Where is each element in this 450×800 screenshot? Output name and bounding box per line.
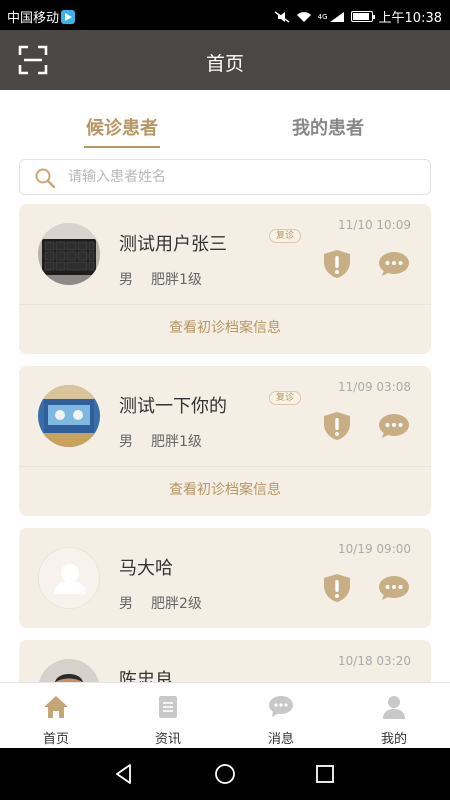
tab-active-indicator xyxy=(84,146,160,148)
home-button-icon[interactable] xyxy=(213,762,237,786)
revisit-badge: 复诊 xyxy=(269,391,302,405)
nav-home-label: 首页 xyxy=(42,732,69,747)
wifi-icon xyxy=(296,11,311,22)
patient-meta: 男 肥胖2级 xyxy=(119,593,202,613)
patient-gender: 男 xyxy=(119,596,133,612)
page-title: 首页 xyxy=(205,53,244,75)
clock: 上午10:38 xyxy=(378,11,442,26)
patient-name: 测试用户张三 xyxy=(119,234,227,255)
avatar xyxy=(38,547,100,609)
signal-icon xyxy=(329,11,344,22)
patient-tabs: 候诊患者 我的患者 xyxy=(0,114,450,154)
patient-card[interactable]: 马大哈 男 肥胖2级 10/19 09:00 xyxy=(19,528,431,628)
search-input[interactable] xyxy=(68,164,418,190)
mute-icon xyxy=(274,10,290,23)
nav-profile[interactable]: 我的 xyxy=(338,683,450,749)
tab-my-patients[interactable]: 我的患者 xyxy=(258,114,398,140)
avatar xyxy=(38,659,100,682)
revisit-badge: 复诊 xyxy=(269,229,302,243)
battery-icon xyxy=(350,11,375,22)
patient-name: 测试一下你的 xyxy=(119,396,227,417)
patient-card[interactable]: 陈忠良 10/18 03:20 xyxy=(19,640,431,682)
chat-icon[interactable] xyxy=(378,413,410,439)
news-icon xyxy=(159,696,177,718)
patient-condition: 肥胖1级 xyxy=(151,434,202,450)
status-bar: 中国移动 4G 上午10:38 xyxy=(0,0,450,30)
status-icons: 4G 上午10:38 xyxy=(274,7,442,26)
patient-condition: 肥胖2级 xyxy=(151,596,202,612)
view-first-visit-link[interactable]: 查看初诊档案信息 xyxy=(19,479,431,499)
profile-icon xyxy=(383,696,405,719)
card-divider xyxy=(19,466,431,467)
message-icon xyxy=(269,696,293,717)
patient-meta: 男 肥胖1级 xyxy=(119,269,202,289)
carrier-name: 中国移动 xyxy=(7,11,60,26)
home-icon xyxy=(44,696,68,718)
system-nav-bar xyxy=(0,748,450,800)
nav-messages[interactable]: 消息 xyxy=(225,683,337,749)
chat-icon[interactable] xyxy=(378,251,410,277)
alert-shield-icon[interactable] xyxy=(323,249,351,279)
view-first-visit-link[interactable]: 查看初诊档案信息 xyxy=(19,317,431,337)
default-avatar-icon xyxy=(54,564,86,594)
search-bar xyxy=(19,159,431,195)
alert-shield-icon[interactable] xyxy=(323,573,351,603)
bottom-nav: 首页 资讯 消息 我的 xyxy=(0,682,450,748)
main-content: 候诊患者 我的患者 请输入患者姓名 测试用户张三 复诊 男 肥胖1级 11/10… xyxy=(0,90,450,682)
patient-card[interactable]: 测试用户张三 复诊 男 肥胖1级 11/10 10:09 查看初诊档案信息 xyxy=(19,204,431,354)
visit-time: 11/09 03:08 xyxy=(338,380,411,394)
patient-gender: 男 xyxy=(119,434,133,450)
patient-name: 陈忠良 xyxy=(119,670,173,682)
nav-news[interactable]: 资讯 xyxy=(112,683,224,749)
patient-gender: 男 xyxy=(119,272,133,288)
card-divider xyxy=(19,304,431,305)
carrier-label: 中国移动 xyxy=(7,7,76,26)
avatar xyxy=(38,385,100,447)
visit-time: 11/10 10:09 xyxy=(338,218,411,232)
avatar xyxy=(38,223,100,285)
network-type-label: 4G xyxy=(317,12,328,21)
patient-condition: 肥胖1级 xyxy=(151,272,202,288)
patient-card[interactable]: 测试一下你的 复诊 男 肥胖1级 11/09 03:08 查看初诊档案信息 xyxy=(19,366,431,516)
visit-time: 10/19 09:00 xyxy=(338,542,411,556)
alert-shield-icon[interactable] xyxy=(323,411,351,441)
nav-home[interactable]: 首页 xyxy=(0,683,112,749)
tab-waiting-patients[interactable]: 候诊患者 xyxy=(52,114,192,140)
carrier-app-icon xyxy=(61,10,76,24)
visit-time: 10/18 03:20 xyxy=(338,654,411,668)
chat-icon[interactable] xyxy=(378,575,410,601)
app-header: 首页 xyxy=(0,30,450,90)
patient-name: 马大哈 xyxy=(119,558,173,579)
nav-messages-label: 消息 xyxy=(267,732,294,747)
nav-news-label: 资讯 xyxy=(154,732,181,747)
search-icon xyxy=(35,168,56,189)
recents-icon[interactable] xyxy=(313,762,337,786)
patient-meta: 男 肥胖1级 xyxy=(119,431,202,451)
nav-profile-label: 我的 xyxy=(380,732,407,747)
back-icon[interactable] xyxy=(112,762,136,786)
